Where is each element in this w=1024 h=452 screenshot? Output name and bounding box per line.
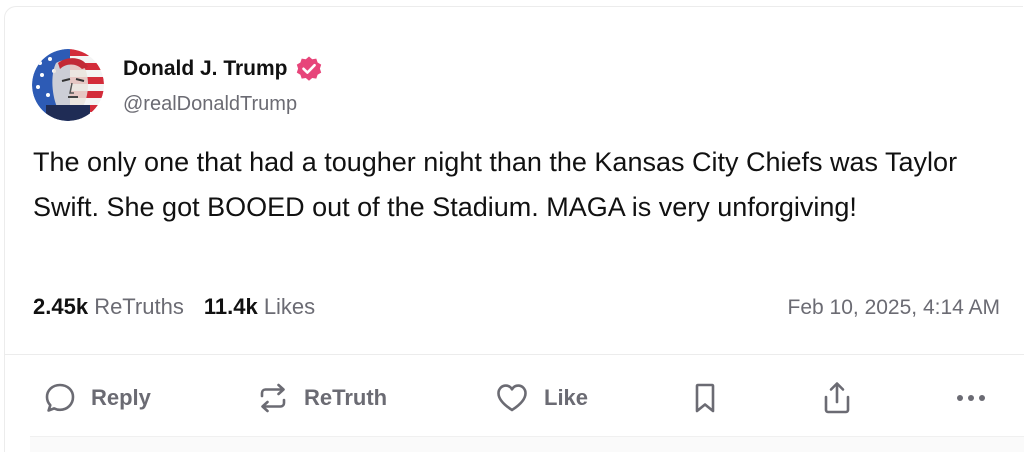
share-icon: [820, 380, 854, 416]
post-body: The only one that had a tougher night th…: [33, 147, 958, 222]
post-stats: 2.45k ReTruths 11.4k Likes: [33, 294, 315, 320]
author-handle[interactable]: @realDonaldTrump: [123, 93, 297, 116]
verified-badge-icon: [295, 55, 323, 83]
reply-label: Reply: [91, 385, 151, 410]
like-button[interactable]: Like: [494, 375, 588, 421]
more-options-button[interactable]: [954, 375, 988, 421]
reply-icon: [43, 381, 77, 415]
author-row: Donald J. Trump: [123, 55, 323, 83]
likes-label: Likes: [263, 294, 316, 319]
next-post-edge: [30, 436, 1024, 452]
retruth-label: ReTruth: [304, 385, 388, 410]
like-icon: [494, 381, 530, 415]
retruths-count: 2.45k: [33, 294, 89, 319]
retruths-label: ReTruths: [94, 294, 184, 319]
avatar-image: [32, 49, 104, 121]
bookmark-icon: [690, 381, 720, 415]
retruth-icon: [256, 381, 290, 415]
likes-count: 11.4k: [203, 294, 258, 319]
avatar[interactable]: [32, 49, 104, 121]
post-timestamp[interactable]: Feb 10, 2025, 4:14 AM: [788, 296, 1000, 320]
more-icon: [954, 392, 988, 404]
reply-button[interactable]: Reply: [43, 375, 151, 421]
divider: [4, 354, 1024, 355]
retruths-stat[interactable]: 2.45k ReTruths: [33, 294, 184, 320]
action-bar: Reply ReTruth Like: [0, 375, 1024, 421]
share-button[interactable]: [820, 375, 854, 421]
likes-stat[interactable]: 11.4k Likes: [204, 294, 315, 320]
author-name[interactable]: Donald J. Trump: [123, 57, 288, 81]
like-label: Like: [544, 385, 589, 410]
bookmark-button[interactable]: [690, 375, 720, 421]
retruth-button[interactable]: ReTruth: [256, 375, 387, 421]
